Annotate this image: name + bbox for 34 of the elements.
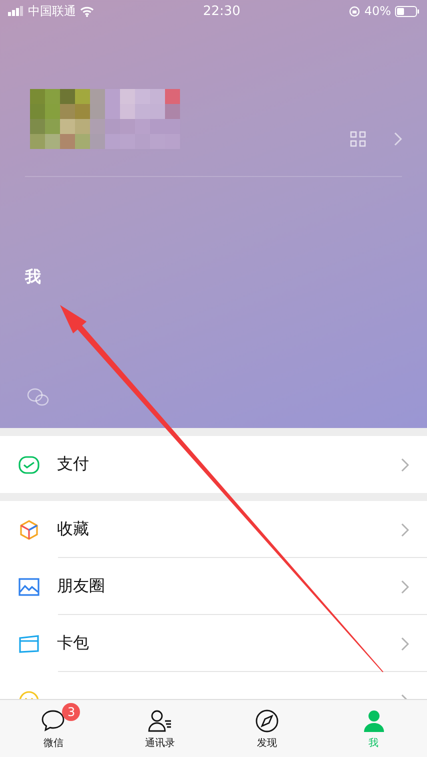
cube-icon bbox=[18, 518, 40, 540]
menu-item[interactable]: 朋友圈 bbox=[0, 558, 427, 615]
chevron-icon bbox=[401, 458, 409, 472]
wallet-icon bbox=[18, 454, 40, 476]
chevron-icon bbox=[394, 132, 402, 146]
chevron-icon bbox=[401, 580, 409, 594]
battery-percent: 40% bbox=[364, 4, 392, 18]
page-title: 我 bbox=[25, 267, 42, 288]
card-icon bbox=[18, 632, 40, 654]
clock-time: 22:30 bbox=[202, 4, 240, 18]
menu-item[interactable]: 卡包 bbox=[0, 615, 427, 672]
menu-label: 朋友圈 bbox=[57, 576, 106, 597]
menu-label: 收藏 bbox=[57, 519, 90, 540]
carrier-name: 中国联通 bbox=[28, 2, 76, 20]
compass-icon bbox=[254, 708, 280, 734]
chat-bubbles-icon[interactable] bbox=[27, 388, 49, 406]
wifi-icon bbox=[80, 6, 94, 16]
chevron-icon bbox=[401, 522, 409, 536]
menu-label: 支付 bbox=[57, 454, 90, 475]
unread-badge: 3 bbox=[62, 703, 80, 721]
menu-item[interactable]: 收藏 bbox=[0, 501, 427, 558]
chat-bubble-icon bbox=[40, 708, 66, 734]
chevron-icon bbox=[401, 636, 409, 650]
rotation-lock-icon bbox=[349, 6, 360, 16]
qr-code-icon[interactable] bbox=[350, 131, 366, 147]
picture-frame-icon bbox=[18, 576, 40, 598]
menu-item[interactable]: 支付 bbox=[0, 436, 427, 493]
menu-label: 卡包 bbox=[57, 633, 90, 654]
tab[interactable]: 通讯录 bbox=[106, 700, 214, 757]
battery-icon bbox=[395, 6, 420, 16]
signal-icon bbox=[8, 6, 24, 16]
tab[interactable]: 发现 bbox=[214, 700, 320, 757]
contacts-icon bbox=[147, 708, 174, 734]
tab[interactable]: 微信 3 bbox=[0, 700, 107, 757]
